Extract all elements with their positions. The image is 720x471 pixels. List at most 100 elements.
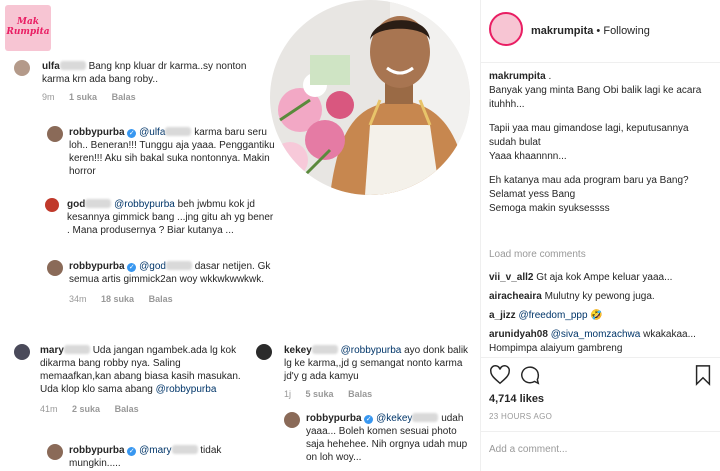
comment-time: 9m: [42, 92, 55, 102]
reply-link[interactable]: Balas: [115, 404, 139, 414]
makrumpita-logo: Mak Rumpita: [5, 5, 51, 51]
mention-link[interactable]: @ulfa: [139, 127, 165, 138]
bookmark-icon[interactable]: [693, 364, 713, 389]
comment-likes[interactable]: 18 suka: [101, 294, 134, 304]
mention-link[interactable]: @robbypurba: [114, 199, 175, 210]
logo-line2: Rumpita: [6, 27, 50, 37]
reply-link[interactable]: Balas: [149, 294, 173, 304]
comment-likes[interactable]: 1 suka: [69, 92, 97, 102]
comment-robbypurba-3: robbypurba ✓ @kekey udah yaaa... Boleh k…: [284, 412, 474, 464]
comment-username[interactable]: kekey: [284, 345, 312, 356]
avatar[interactable]: [14, 344, 30, 360]
comment-username[interactable]: robbypurba: [69, 261, 125, 272]
comment-username[interactable]: god: [67, 199, 85, 210]
comment-likes[interactable]: 2 suka: [72, 404, 100, 414]
action-bar: [489, 364, 717, 388]
verified-badge-icon: ✓: [127, 129, 137, 138]
post-photo: [270, 0, 470, 195]
caption-username[interactable]: makrumpita: [489, 71, 546, 82]
actions-divider: [481, 357, 720, 358]
redacted-name: [59, 61, 86, 70]
mention-link[interactable]: @robbypurba: [156, 384, 217, 395]
avatar[interactable]: [256, 344, 272, 360]
mention-link[interactable]: @siva_momzachwa: [551, 329, 641, 340]
avatar[interactable]: [47, 126, 63, 142]
comment-text: Mulutny ky pewong juga.: [544, 291, 655, 302]
add-comment-input[interactable]: Add a comment...: [489, 444, 567, 455]
list-item: arunidyah08 @siva_momzachwa wkakakaa... …: [489, 328, 714, 356]
caption-line-3: Yaaa khaannnn...: [489, 151, 567, 162]
mention-link[interactable]: @kekey: [376, 413, 412, 424]
comment-time: 34m: [69, 294, 87, 304]
comment-robbypurba-2: robbypurba ✓ @god dasar netijen. Gk semu…: [47, 260, 277, 304]
reply-link[interactable]: Balas: [112, 92, 136, 102]
avatar[interactable]: [14, 60, 30, 76]
redacted-name: [171, 445, 198, 454]
mention-link[interactable]: @freedom_ppp: [518, 310, 587, 321]
mention-link[interactable]: @mary: [139, 445, 171, 456]
comment-username[interactable]: vii_v_all2: [489, 272, 533, 283]
verified-badge-icon: ✓: [127, 447, 137, 456]
add-comment-divider: [481, 431, 720, 432]
avatar[interactable]: [47, 260, 63, 276]
comment-username[interactable]: arunidyah08: [489, 329, 548, 340]
post-caption: makrumpita . Banyak yang minta Bang Obi …: [489, 70, 711, 216]
list-item: airacheaira Mulutny ky pewong juga.: [489, 287, 714, 306]
avatar[interactable]: [284, 412, 300, 428]
comment-username[interactable]: ulfa: [42, 61, 60, 72]
list-item: vii_v_all2 Gt aja kok Ampe keluar yaaa..…: [489, 268, 714, 287]
likes-count[interactable]: 4,714 likes: [489, 393, 544, 405]
load-more-comments[interactable]: Load more comments: [489, 249, 586, 260]
man-with-flowers-photo: [270, 0, 470, 195]
comment-kekey: kekey @robbypurba ayo donk balik lg ke k…: [256, 344, 474, 399]
mention-link[interactable]: @god: [139, 261, 166, 272]
comment-icon[interactable]: [519, 364, 541, 389]
redacted-name: [311, 345, 338, 354]
instagram-post-panel: makrumpita • Following makrumpita . Bany…: [480, 0, 720, 471]
comment-robbypurba-4: robbypurba ✓ @mary tidak mungkin.....: [47, 444, 247, 470]
reply-link[interactable]: Balas: [348, 389, 372, 399]
list-item: a_jizz @freedom_ppp 🤣: [489, 306, 714, 325]
profile-avatar[interactable]: [489, 12, 523, 46]
post-header: makrumpita • Following: [489, 12, 714, 48]
redacted-name: [165, 261, 192, 270]
caption-line-2: Tapii yaa mau gimandose lagi, keputusann…: [489, 123, 689, 148]
comment-list: vii_v_all2 Gt aja kok Ampe keluar yaaa..…: [489, 268, 714, 356]
post-time: 23 HOURS AGO: [489, 412, 553, 421]
comment-ulfa: ulfa Bang knp kluar dr karma..sy nonton …: [14, 60, 274, 102]
comment-username[interactable]: robbypurba: [306, 413, 362, 424]
comment-mary: mary Uda jangan ngambek.ada lg kok dikar…: [14, 344, 244, 414]
verified-badge-icon: ✓: [364, 415, 374, 424]
mention-link[interactable]: @robbypurba: [341, 345, 402, 356]
redacted-name: [412, 413, 439, 422]
redacted-name: [63, 345, 90, 354]
comment-username[interactable]: airacheaira: [489, 291, 542, 302]
comment-username[interactable]: a_jizz: [489, 310, 516, 321]
avatar[interactable]: [45, 198, 59, 212]
comment-god: god @robbypurba beh jwbmu kok jd kesanny…: [45, 198, 275, 237]
heart-icon[interactable]: [489, 364, 511, 389]
redacted-name: [85, 199, 112, 208]
avatar[interactable]: [47, 444, 63, 460]
caption-line-4: Eh katanya mau ada program baru ya Bang?: [489, 175, 689, 186]
comment-robbypurba-1: robbypurba ✓ @ulfa karma baru seru loh..…: [47, 126, 282, 178]
comment-time: 1j: [284, 389, 292, 399]
redacted-name: [165, 127, 192, 136]
caption-line-6: Semoga makin syuksessss: [489, 203, 610, 214]
header-username[interactable]: makrumpita: [531, 25, 593, 37]
caption-line-0: .: [548, 71, 552, 82]
comment-collage: Mak Rumpita ulfa Bang knp kluar dr karma…: [0, 0, 480, 471]
comment-username[interactable]: mary: [40, 345, 64, 356]
following-button[interactable]: Following: [603, 25, 649, 37]
comment-username[interactable]: robbypurba: [69, 127, 125, 138]
verified-badge-icon: ✓: [127, 263, 137, 272]
comment-text: Gt aja kok Ampe keluar yaaa...: [536, 272, 673, 283]
emoji: 🤣: [590, 310, 603, 321]
caption-line-5: Selamat yess Bang: [489, 189, 576, 200]
logo-line1: Mak: [16, 17, 40, 27]
comment-time: 41m: [40, 404, 58, 414]
caption-line-1: Banyak yang minta Bang Obi balik lagi ke…: [489, 85, 702, 110]
header-divider: [481, 62, 720, 63]
comment-likes[interactable]: 5 suka: [306, 389, 334, 399]
comment-username[interactable]: robbypurba: [69, 445, 125, 456]
